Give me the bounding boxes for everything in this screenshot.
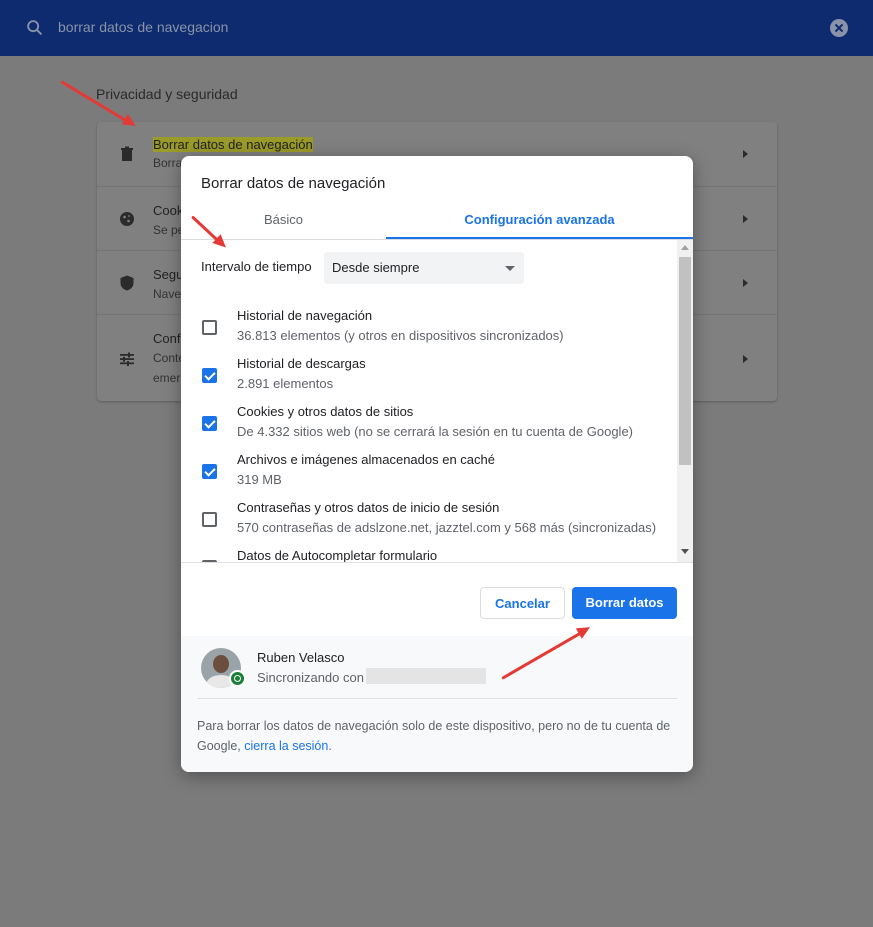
settings-row-title: Borrar datos de navegación [153, 137, 313, 152]
scroll-up-arrow-icon[interactable] [681, 245, 689, 250]
chevron-right-icon [743, 215, 748, 223]
trash-icon [121, 146, 133, 161]
option-autofill[interactable]: Datos de Autocompletar formulario [181, 548, 677, 562]
dropdown-caret-icon [505, 266, 515, 271]
time-range-select[interactable]: Desde siempre [324, 252, 524, 284]
search-input[interactable]: borrar datos de navegacion [58, 19, 228, 35]
cookies-checkbox[interactable] [202, 416, 217, 431]
scroll-down-arrow-icon[interactable] [681, 549, 689, 554]
tune-icon [120, 352, 134, 366]
option-title: Contraseñas y otros datos de inicio de s… [237, 500, 500, 515]
clear-browsing-data-dialog: Borrar datos de navegación Básico Config… [181, 156, 693, 772]
option-title: Cookies y otros datos de sitios [237, 404, 414, 419]
account-divider [197, 698, 677, 699]
option-download-history[interactable]: Historial de descargas 2.891 elementos [181, 356, 677, 404]
footer-note: Para borrar los datos de navegación solo… [197, 719, 671, 753]
browsing-history-checkbox[interactable] [202, 320, 217, 335]
passwords-checkbox[interactable] [202, 512, 217, 527]
cache-checkbox[interactable] [202, 464, 217, 479]
settings-row-subtitle: emer [153, 371, 181, 385]
time-range-value: Desde siempre [332, 260, 420, 275]
option-title: Datos de Autocompletar formulario [237, 548, 438, 562]
settings-row-subtitle: Nave [153, 287, 182, 301]
footer-divider [181, 562, 693, 563]
option-title: Historial de navegación [237, 308, 373, 323]
clear-icon[interactable] [830, 19, 848, 37]
redacted-account-email [366, 668, 486, 684]
account-area: Ruben Velasco Sincronizando con Para bor… [181, 636, 693, 772]
option-desc: 2.891 elementos [237, 376, 334, 391]
option-desc: De 4.332 sitios web (no se cerrará la se… [237, 424, 634, 439]
cookie-icon [120, 212, 134, 226]
clear-data-button[interactable]: Borrar datos [572, 587, 677, 619]
option-cache[interactable]: Archivos e imágenes almacenados en caché… [181, 452, 677, 500]
settings-row-title: Segu [153, 267, 184, 282]
time-range-label: Intervalo de tiempo [201, 259, 312, 274]
option-browsing-history[interactable]: Historial de navegación 36.813 elementos… [181, 308, 677, 356]
shield-icon [120, 275, 134, 291]
sync-status: Sincronizando con [257, 670, 364, 685]
settings-row-subtitle: Se pe [153, 223, 185, 237]
sign-out-link[interactable]: cierra la sesión [244, 739, 328, 753]
chevron-right-icon [743, 150, 748, 158]
dialog-title: Borrar datos de navegación [201, 175, 386, 192]
option-passwords[interactable]: Contraseñas y otros datos de inicio de s… [181, 500, 677, 548]
settings-row-title: Cook [153, 203, 184, 218]
search-header: borrar datos de navegacion [0, 0, 873, 56]
scrollbar[interactable] [677, 240, 693, 562]
option-desc: 319 MB [237, 472, 282, 487]
section-title: Privacidad y seguridad [96, 86, 238, 102]
settings-row-title: Confi [153, 331, 184, 346]
download-history-checkbox[interactable] [202, 368, 217, 383]
scrollbar-thumb[interactable] [679, 257, 691, 465]
settings-row-subtitle: Borra [153, 156, 183, 170]
cancel-button[interactable]: Cancelar [480, 587, 565, 619]
options-scroll-area[interactable]: Intervalo de tiempo Desde siempre Histor… [181, 240, 693, 562]
option-desc: 36.813 elementos (y otros en dispositivo… [237, 328, 564, 343]
chevron-right-icon [743, 355, 748, 363]
option-title: Historial de descargas [237, 356, 366, 371]
active-tab-indicator [386, 237, 693, 239]
option-desc: 570 contraseñas de adslzone.net, jazztel… [237, 520, 657, 535]
search-icon [27, 20, 43, 36]
option-title: Archivos e imágenes almacenados en caché [237, 452, 495, 467]
tab-advanced[interactable]: Configuración avanzada [386, 202, 693, 240]
option-cookies[interactable]: Cookies y otros datos de sitios De 4.332… [181, 404, 677, 452]
sync-icon [229, 670, 246, 687]
chevron-right-icon [743, 279, 748, 287]
account-name: Ruben Velasco [257, 650, 345, 665]
